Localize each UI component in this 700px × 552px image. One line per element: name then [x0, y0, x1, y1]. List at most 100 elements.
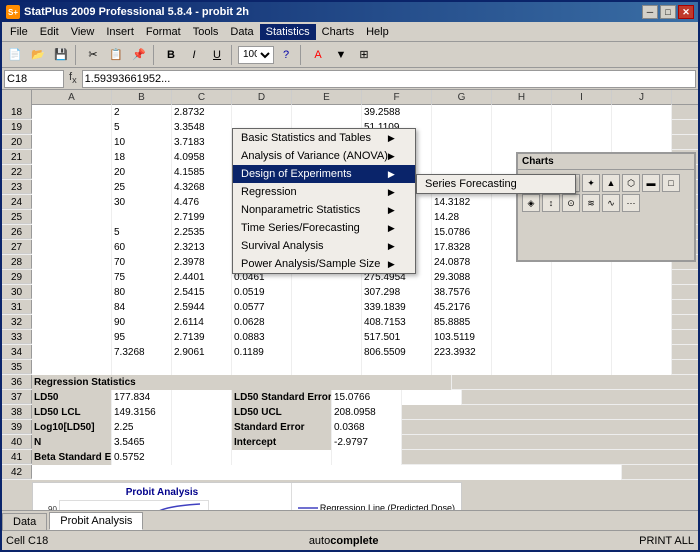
- cell-f35[interactable]: [362, 360, 432, 375]
- cell-c34[interactable]: 2.9061: [172, 345, 232, 360]
- stat-val-n[interactable]: 3.5465: [112, 435, 172, 450]
- cell-c21[interactable]: 4.0958: [172, 150, 232, 165]
- border-button[interactable]: ⊞: [353, 44, 375, 66]
- stat-g37[interactable]: [402, 390, 462, 405]
- cell-e30[interactable]: [292, 285, 362, 300]
- chart-btn-pie[interactable]: 🥧: [562, 174, 580, 192]
- underline-button[interactable]: U: [206, 44, 228, 66]
- stat-empty5[interactable]: [172, 450, 232, 465]
- cell-i33[interactable]: [552, 330, 612, 345]
- cell-e18[interactable]: [292, 105, 362, 120]
- cell-i31[interactable]: [552, 300, 612, 315]
- cell-i19[interactable]: [552, 120, 612, 135]
- open-button[interactable]: 📂: [27, 44, 49, 66]
- cell-a19[interactable]: [32, 120, 112, 135]
- stat-val-ucl[interactable]: 208.0958: [332, 405, 402, 420]
- cell-g30[interactable]: 38.7576: [432, 285, 492, 300]
- cell-e35[interactable]: [292, 360, 362, 375]
- menu-file[interactable]: File: [4, 24, 34, 40]
- cell-a29[interactable]: [32, 270, 112, 285]
- cell-c28[interactable]: 2.3978: [172, 255, 232, 270]
- cell-d18[interactable]: [232, 105, 292, 120]
- cell-h31[interactable]: [492, 300, 552, 315]
- cell-b25[interactable]: [112, 210, 172, 225]
- cell-e34[interactable]: [292, 345, 362, 360]
- cell-a32[interactable]: [32, 315, 112, 330]
- chart-btn-custom1[interactable]: ∿: [602, 194, 620, 212]
- cell-b33[interactable]: 95: [112, 330, 172, 345]
- menu-basic-stats[interactable]: Basic Statistics and Tables ▶: [233, 129, 415, 147]
- cell-a31[interactable]: [32, 300, 112, 315]
- stat-empty6[interactable]: [232, 450, 332, 465]
- cell-b34[interactable]: 7.3268: [112, 345, 172, 360]
- cell-b18[interactable]: 2: [112, 105, 172, 120]
- chart-btn-stock[interactable]: ↕: [542, 194, 560, 212]
- cut-button[interactable]: ✂: [82, 44, 104, 66]
- cell-a34[interactable]: [32, 345, 112, 360]
- cell-a35[interactable]: [32, 360, 112, 375]
- cell-d30[interactable]: 0.0519: [232, 285, 292, 300]
- cell-b23[interactable]: 25: [112, 180, 172, 195]
- cell-b28[interactable]: 70: [112, 255, 172, 270]
- menu-insert[interactable]: Insert: [100, 24, 140, 40]
- cell-h30[interactable]: [492, 285, 552, 300]
- stat-val-log10[interactable]: 2.25: [112, 420, 172, 435]
- cell-g33[interactable]: 103.5119: [432, 330, 492, 345]
- cell-g22[interactable]: [432, 165, 492, 180]
- cell-h33[interactable]: [492, 330, 552, 345]
- cell-j32[interactable]: [612, 315, 672, 330]
- formula-input[interactable]: [82, 70, 696, 88]
- cell-i20[interactable]: [552, 135, 612, 150]
- chart-btn-scatter[interactable]: ✦: [582, 174, 600, 192]
- chart-btn-hist[interactable]: ▬: [642, 174, 660, 192]
- menu-charts[interactable]: Charts: [316, 24, 360, 40]
- tab-data[interactable]: Data: [2, 513, 47, 530]
- cell-j34[interactable]: [612, 345, 672, 360]
- cell-a23[interactable]: [32, 180, 112, 195]
- menu-view[interactable]: View: [65, 24, 101, 40]
- italic-button[interactable]: I: [183, 44, 205, 66]
- cell-c18[interactable]: 2.8732: [172, 105, 232, 120]
- cell-d34[interactable]: 0.1189: [232, 345, 292, 360]
- cell-d35[interactable]: [232, 360, 292, 375]
- menu-format[interactable]: Format: [140, 24, 187, 40]
- cell-i32[interactable]: [552, 315, 612, 330]
- cell-g32[interactable]: 85.8885: [432, 315, 492, 330]
- cell-b19[interactable]: 5: [112, 120, 172, 135]
- cell-a24[interactable]: [32, 195, 112, 210]
- cell-i34[interactable]: [552, 345, 612, 360]
- fill-color-button[interactable]: ▼: [330, 44, 352, 66]
- cell-h35[interactable]: [492, 360, 552, 375]
- cell-i18[interactable]: [552, 105, 612, 120]
- cell-h29[interactable]: [492, 270, 552, 285]
- cell-b30[interactable]: 80: [112, 285, 172, 300]
- stat-empty4[interactable]: [172, 435, 232, 450]
- bold-button[interactable]: B: [160, 44, 182, 66]
- cell-j31[interactable]: [612, 300, 672, 315]
- cell-b20[interactable]: 10: [112, 135, 172, 150]
- chart-btn-box[interactable]: □: [662, 174, 680, 192]
- chart-btn-radar[interactable]: ◈: [522, 194, 540, 212]
- stat-val-ld50[interactable]: 177.834: [112, 390, 172, 405]
- menu-regression[interactable]: Regression ▶: [233, 183, 415, 201]
- cell-c30[interactable]: 2.5415: [172, 285, 232, 300]
- cell-42[interactable]: [32, 465, 622, 480]
- cell-a22[interactable]: [32, 165, 112, 180]
- cell-h32[interactable]: [492, 315, 552, 330]
- stat-empty7[interactable]: [332, 450, 402, 465]
- menu-statistics[interactable]: Statistics: [260, 24, 316, 40]
- cell-b35[interactable]: [112, 360, 172, 375]
- chart-btn-contour[interactable]: ≋: [582, 194, 600, 212]
- cell-e31[interactable]: [292, 300, 362, 315]
- tab-probit[interactable]: Probit Analysis: [49, 512, 143, 530]
- cell-c32[interactable]: 2.6114: [172, 315, 232, 330]
- chart-btn-line[interactable]: 📈: [542, 174, 560, 192]
- cell-g34[interactable]: 223.3932: [432, 345, 492, 360]
- cell-d31[interactable]: 0.0577: [232, 300, 292, 315]
- stat-val-lcl[interactable]: 149.3156: [112, 405, 172, 420]
- stat-empty3[interactable]: [172, 420, 232, 435]
- stat-val-intercept[interactable]: -2.9797: [332, 435, 402, 450]
- cell-d33[interactable]: 0.0883: [232, 330, 292, 345]
- cell-g27[interactable]: 17.8328: [432, 240, 492, 255]
- cell-b21[interactable]: 18: [112, 150, 172, 165]
